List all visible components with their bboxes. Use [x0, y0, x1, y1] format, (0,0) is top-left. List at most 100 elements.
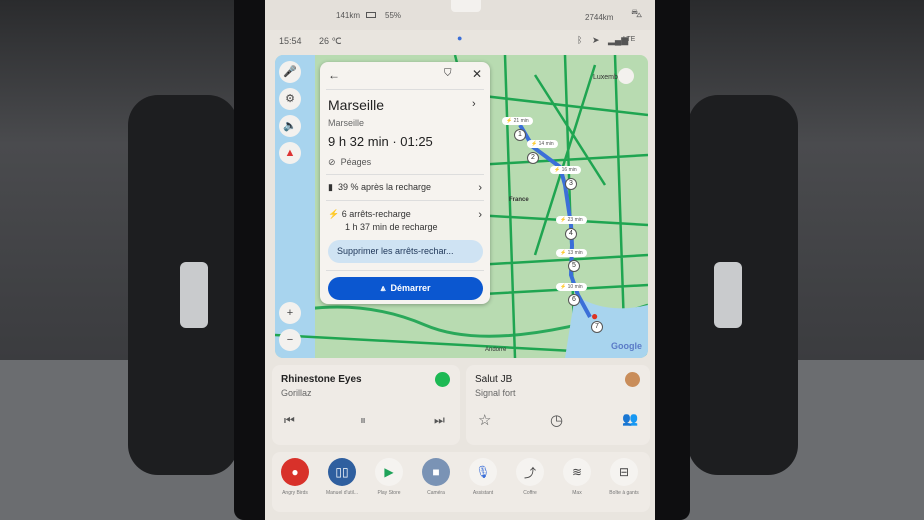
angry-birds-icon: ●	[281, 458, 309, 486]
next-track-icon[interactable]: ⏭	[434, 413, 445, 428]
recenter-button[interactable]	[618, 68, 634, 84]
destination-subtitle: Marseille	[328, 118, 365, 128]
camera-icon: ■	[422, 458, 450, 486]
charge-time-chip: ⚡ 21 min	[502, 117, 533, 125]
remove-charging-stops-button[interactable]: Supprimer les arrêts-rechar...	[328, 240, 483, 263]
map-view[interactable]: 🎤 ⚙ 🔈 ▲ + − Luxemb France Andorre Google…	[275, 55, 648, 358]
phone-holder-right	[688, 95, 798, 475]
trunk-icon: ⤴	[516, 458, 544, 486]
start-navigation-label: Démarrer	[390, 283, 431, 293]
contact-name: Salut JB	[475, 374, 513, 385]
location-icon: ➤	[592, 35, 600, 45]
vehicle-info-strip: 141km 55% 2744km ⛍	[265, 0, 655, 30]
map-label-luxembourg: Luxemb	[593, 74, 618, 81]
close-icon[interactable]: ✕	[472, 67, 482, 81]
charge-time-chip: ⚡ 14 min	[527, 140, 558, 148]
tolls-icon: ⊘	[328, 157, 336, 167]
notification-icon[interactable]: ●	[457, 33, 462, 43]
map-label-andorre: Andorre	[485, 347, 507, 353]
charging-stops-row[interactable]: ⚡ 6 arrêts-recharge › 1 h 37 min de rechar…	[328, 209, 482, 232]
charge-stop-marker[interactable]: 4	[565, 228, 577, 240]
app-label: Play Store	[377, 490, 401, 496]
range-text: 141km	[336, 11, 361, 20]
battery-icon	[366, 12, 376, 18]
navigation-arrow-icon: ⩓	[380, 283, 386, 293]
glovebox-icon: ⊟	[610, 458, 638, 486]
destination-title[interactable]: Marseille	[328, 97, 482, 113]
google-logo: Google	[611, 341, 642, 351]
spotify-icon	[435, 372, 450, 387]
track-artist: Gorillaz	[281, 388, 312, 398]
app-trunk[interactable]: ⤴ Coffre	[507, 458, 553, 496]
device-screen: 141km 55% 2744km ⛍ 15:54 26 ℃ ● ᛒ ➤ ▂▄▆ …	[265, 0, 655, 520]
network-type: LTE	[623, 36, 636, 43]
music-widget[interactable]: Rhinestone Eyes Gorillaz ⏮ ⏸ ⏭	[272, 365, 460, 445]
clock: 15:54	[279, 36, 302, 46]
sound-button[interactable]: 🔈	[279, 115, 301, 137]
zoom-out-button[interactable]: −	[279, 329, 301, 351]
phone-widget[interactable]: Salut JB Signal fort ☆ ◷ 👥	[466, 365, 650, 445]
chevron-right-icon[interactable]: ›	[472, 98, 476, 110]
chevron-right-icon: ›	[478, 182, 482, 194]
pause-icon[interactable]: ⏸	[360, 413, 366, 428]
book-icon: ▯▯	[328, 458, 356, 486]
battery-after-label: 39 % après la recharge	[337, 182, 432, 192]
contacts-icon[interactable]: 👥	[622, 411, 638, 427]
compass-button[interactable]: ▲	[279, 142, 301, 164]
charge-time-chip: ⚡ 13 min	[556, 249, 587, 257]
previous-track-icon[interactable]: ⏮	[284, 413, 295, 428]
charging-time-label: 1 h 37 min de recharge	[345, 222, 438, 232]
app-play-store[interactable]: ▶ Play Store	[366, 458, 412, 496]
destination-pin-icon[interactable]: ●	[591, 309, 598, 323]
play-store-icon: ▶	[375, 458, 403, 486]
charge-stop-marker[interactable]: 3	[565, 178, 577, 190]
holder-clip-left	[180, 262, 208, 328]
car-icon[interactable]: ⛍	[631, 8, 642, 22]
charge-time-chip: ⚡ 23 min	[556, 216, 587, 224]
charge-stop-marker[interactable]: 5	[568, 260, 580, 272]
track-title: Rhinestone Eyes	[281, 374, 362, 385]
charge-stop-marker[interactable]: 6	[568, 294, 580, 306]
odometer-text: 2744km	[585, 13, 614, 22]
top-button[interactable]	[451, 0, 481, 12]
start-navigation-button[interactable]: ⩓ Démarrer	[328, 277, 483, 300]
recents-icon[interactable]: ◷	[550, 411, 563, 429]
battery-after-row[interactable]: ▮ 39 % après la recharge ›	[328, 182, 482, 194]
battery-icon: ▮	[328, 182, 333, 192]
charge-time-chip: ⚡ 10 min	[556, 283, 587, 291]
charge-stop-marker[interactable]: 2	[527, 152, 539, 164]
settings-button[interactable]: ⚙	[279, 88, 301, 110]
temperature: 26 ℃	[319, 36, 342, 46]
app-camera[interactable]: ■ Caméra	[413, 458, 459, 496]
phone-icon	[625, 372, 640, 387]
zoom-in-button[interactable]: +	[279, 302, 301, 324]
app-label: Boîte à gants	[609, 490, 639, 496]
chevron-right-icon: ›	[478, 209, 482, 221]
app-assistant[interactable]: 🎙 Assistant	[460, 458, 506, 496]
app-glovebox[interactable]: ⊟ Boîte à gants	[601, 458, 647, 496]
charge-stop-marker[interactable]: 1	[514, 129, 526, 141]
tolls-info: ⊘ Péages	[328, 157, 482, 168]
app-angry-birds[interactable]: ● Angry Birds	[272, 458, 318, 496]
voice-button[interactable]: 🎤	[279, 61, 301, 83]
status-bar: 15:54 26 ℃ ● ᛒ ➤ ▂▄▆ LTE	[265, 30, 655, 52]
holder-clip-right	[714, 262, 742, 328]
tolls-label: Péages	[340, 157, 372, 167]
bookmark-icon[interactable]: ⛉	[444, 68, 452, 79]
bolt-icon: ⚡	[328, 209, 340, 219]
favorites-icon[interactable]: ☆	[478, 411, 491, 429]
route-card: ← ⛉ ✕ Marseille › Marseille 9 h 32 min ·…	[320, 62, 490, 304]
app-defrost-max[interactable]: ≋ Max	[554, 458, 600, 496]
app-manual[interactable]: ▯▯ Manuel d'util...	[319, 458, 365, 496]
microphone-icon: 🎙	[469, 458, 497, 486]
map-label-france: France	[509, 197, 529, 203]
app-label: Max	[572, 490, 582, 496]
back-icon[interactable]: ←	[328, 68, 340, 82]
battery-text: 55%	[385, 11, 402, 20]
bluetooth-icon: ᛒ	[577, 35, 583, 45]
charge-time-chip: ⚡ 16 min	[550, 166, 581, 174]
app-label: Assistant	[472, 490, 494, 496]
app-label: Coffre	[523, 490, 537, 496]
app-label: Caméra	[427, 490, 445, 496]
trip-duration: 9 h 32 min · 01:25	[328, 134, 433, 149]
